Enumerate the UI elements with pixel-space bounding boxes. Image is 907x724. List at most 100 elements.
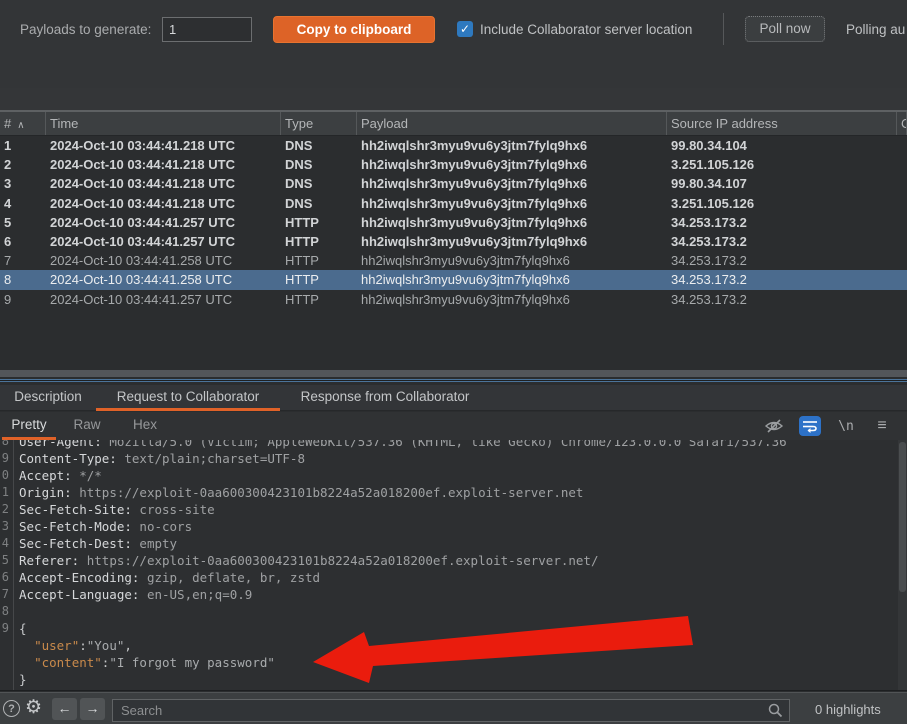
word-wrap-toggle-icon[interactable] bbox=[799, 416, 821, 436]
line-number: 8 bbox=[0, 603, 13, 620]
cell-number: 1 bbox=[0, 136, 46, 155]
cell-payload: hh2iwqlshr3myu9vu6y3jtm7fylq9hx6 bbox=[357, 270, 667, 289]
tab-response-from-collaborator[interactable]: Response from Collaborator bbox=[280, 385, 490, 411]
search-magnifier-icon[interactable] bbox=[767, 702, 784, 724]
column-header-number[interactable]: #∧ bbox=[0, 112, 46, 135]
cell-time: 2024-Oct-10 03:44:41.258 UTC bbox=[46, 270, 281, 289]
settings-gear-icon[interactable]: ⚙ bbox=[25, 696, 42, 719]
cell-type: DNS bbox=[281, 155, 357, 174]
editor-scrollbar-thumb[interactable] bbox=[899, 442, 906, 592]
cell-comment bbox=[897, 290, 907, 309]
line-number: 5 bbox=[0, 552, 13, 569]
editor-scrollbar[interactable] bbox=[898, 440, 907, 690]
request-editor[interactable]: 8 User-Agent: Mozilla/5.0 (Victim; AppleW… bbox=[0, 440, 907, 691]
column-header-comment[interactable]: C bbox=[897, 112, 907, 135]
previous-match-button[interactable]: ← bbox=[52, 698, 77, 720]
include-location-checkbox[interactable]: ✓ bbox=[457, 21, 473, 37]
cell-time: 2024-Oct-10 03:44:41.258 UTC bbox=[46, 251, 281, 270]
cell-payload: hh2iwqlshr3myu9vu6y3jtm7fylq9hx6 bbox=[357, 194, 667, 213]
table-row[interactable]: 92024-Oct-10 03:44:41.257 UTCHTTPhh2iwql… bbox=[0, 290, 907, 309]
line-text: Origin: https://exploit-0aa600300423101b… bbox=[19, 484, 583, 501]
column-header-time[interactable]: Time bbox=[46, 112, 281, 135]
cell-number: 6 bbox=[0, 232, 46, 251]
editor-line: 1 Origin: https://exploit-0aa600300423101… bbox=[0, 484, 907, 501]
cell-payload: hh2iwqlshr3myu9vu6y3jtm7fylq9hx6 bbox=[357, 251, 667, 270]
table-row[interactable]: 52024-Oct-10 03:44:41.257 UTCHTTPhh2iwql… bbox=[0, 213, 907, 232]
line-text: "content":"I forgot my password" bbox=[19, 654, 275, 671]
cell-comment bbox=[897, 213, 907, 232]
cell-payload: hh2iwqlshr3myu9vu6y3jtm7fylq9hx6 bbox=[357, 174, 667, 193]
line-number: 6 bbox=[0, 569, 13, 586]
collaborator-results-table: #∧ Time Type Payload Source IP address C… bbox=[0, 110, 907, 368]
cell-time: 2024-Oct-10 03:44:41.218 UTC bbox=[46, 194, 281, 213]
cell-number: 2 bbox=[0, 155, 46, 174]
editor-line: 9{ bbox=[0, 620, 907, 637]
cell-payload: hh2iwqlshr3myu9vu6y3jtm7fylq9hx6 bbox=[357, 136, 667, 155]
cell-source-ip: 99.80.34.104 bbox=[667, 136, 897, 155]
column-header-payload[interactable]: Payload bbox=[357, 112, 667, 135]
next-match-button[interactable]: → bbox=[80, 698, 105, 720]
cell-source-ip: 34.253.173.2 bbox=[667, 232, 897, 251]
cell-comment bbox=[897, 232, 907, 251]
editor-line: 4 Sec-Fetch-Dest: empty bbox=[0, 535, 907, 552]
table-row[interactable]: 72024-Oct-10 03:44:41.258 UTCHTTPhh2iwql… bbox=[0, 251, 907, 270]
cell-payload: hh2iwqlshr3myu9vu6y3jtm7fylq9hx6 bbox=[357, 213, 667, 232]
cell-type: HTTP bbox=[281, 251, 357, 270]
cell-payload: hh2iwqlshr3myu9vu6y3jtm7fylq9hx6 bbox=[357, 155, 667, 174]
table-row[interactable]: 32024-Oct-10 03:44:41.218 UTCDNShh2iwqls… bbox=[0, 174, 907, 193]
subtab-hex[interactable]: Hex bbox=[116, 412, 174, 440]
cell-number: 9 bbox=[0, 290, 46, 309]
line-number: 7 bbox=[0, 586, 13, 603]
line-text: User-Agent: Mozilla/5.0 (Victim; AppleWe… bbox=[19, 440, 787, 450]
line-number: 4 bbox=[0, 535, 13, 552]
hide-matches-eye-off-icon[interactable] bbox=[763, 416, 785, 436]
cell-time: 2024-Oct-10 03:44:41.257 UTC bbox=[46, 290, 281, 309]
subtab-raw[interactable]: Raw bbox=[58, 412, 116, 440]
toolbar-divider bbox=[723, 13, 724, 45]
cell-source-ip: 99.80.34.107 bbox=[667, 174, 897, 193]
cell-type: DNS bbox=[281, 136, 357, 155]
table-row[interactable]: 82024-Oct-10 03:44:41.258 UTCHTTPhh2iwql… bbox=[0, 270, 907, 289]
newline-display-icon[interactable]: \n bbox=[835, 416, 857, 436]
column-header-type[interactable]: Type bbox=[281, 112, 357, 135]
help-icon[interactable]: ? bbox=[3, 700, 20, 717]
search-input[interactable] bbox=[113, 700, 758, 721]
line-text: Accept-Encoding: gzip, deflate, br, zstd bbox=[19, 569, 320, 586]
cell-number: 4 bbox=[0, 194, 46, 213]
table-row[interactable]: 42024-Oct-10 03:44:41.218 UTCDNShh2iwqls… bbox=[0, 194, 907, 213]
table-row[interactable]: 22024-Oct-10 03:44:41.218 UTCDNShh2iwqls… bbox=[0, 155, 907, 174]
table-header-row: #∧ Time Type Payload Source IP address C bbox=[0, 112, 907, 136]
panel-splitter[interactable] bbox=[0, 368, 907, 385]
table-row[interactable]: 62024-Oct-10 03:44:41.257 UTCHTTPhh2iwql… bbox=[0, 232, 907, 251]
line-text: Referer: https://exploit-0aa600300423101… bbox=[19, 552, 599, 569]
cell-type: HTTP bbox=[281, 213, 357, 232]
cell-payload: hh2iwqlshr3myu9vu6y3jtm7fylq9hx6 bbox=[357, 232, 667, 251]
line-text: Sec-Fetch-Dest: empty bbox=[19, 535, 177, 552]
tab-request-to-collaborator[interactable]: Request to Collaborator bbox=[96, 385, 280, 411]
line-number: 9 bbox=[0, 620, 13, 637]
editor-line: } bbox=[0, 671, 907, 688]
editor-line: 8 bbox=[0, 603, 907, 620]
subtab-pretty[interactable]: Pretty bbox=[0, 412, 58, 440]
payloads-count-input[interactable] bbox=[162, 17, 252, 42]
cell-type: DNS bbox=[281, 194, 357, 213]
cell-time: 2024-Oct-10 03:44:41.218 UTC bbox=[46, 155, 281, 174]
line-text: Accept-Language: en-US,en;q=0.9 bbox=[19, 586, 252, 603]
cell-time: 2024-Oct-10 03:44:41.218 UTC bbox=[46, 136, 281, 155]
line-text: Sec-Fetch-Site: cross-site bbox=[19, 501, 215, 518]
poll-now-button[interactable]: Poll now bbox=[745, 16, 825, 42]
line-number: 1 bbox=[0, 484, 13, 501]
line-text: { bbox=[19, 620, 27, 637]
tab-description[interactable]: Description bbox=[0, 385, 96, 411]
cell-source-ip: 34.253.173.2 bbox=[667, 213, 897, 232]
editor-lines: 8 User-Agent: Mozilla/5.0 (Victim; AppleW… bbox=[0, 440, 907, 688]
cell-comment bbox=[897, 174, 907, 193]
copy-to-clipboard-button[interactable]: Copy to clipboard bbox=[273, 16, 435, 43]
highlights-count: 0 highlights bbox=[815, 702, 881, 717]
cell-type: HTTP bbox=[281, 232, 357, 251]
table-row[interactable]: 12024-Oct-10 03:44:41.218 UTCDNShh2iwqls… bbox=[0, 136, 907, 155]
column-header-source-ip[interactable]: Source IP address bbox=[667, 112, 897, 135]
editor-menu-icon[interactable]: ≡ bbox=[871, 416, 893, 436]
cell-comment bbox=[897, 270, 907, 289]
editor-line: 8User-Agent: Mozilla/5.0 (Victim; AppleW… bbox=[0, 440, 907, 450]
